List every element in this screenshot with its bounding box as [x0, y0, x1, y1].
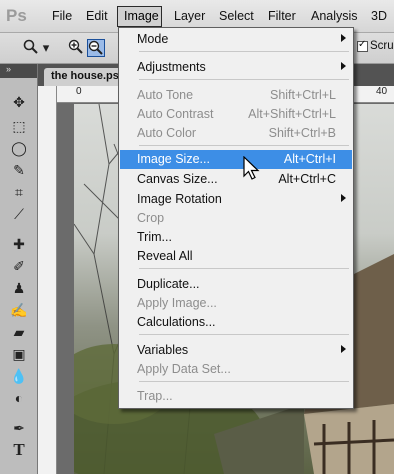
submenu-arrow-icon: [341, 194, 346, 202]
submenu-arrow-icon: [341, 345, 346, 353]
menu-3d[interactable]: 3D: [371, 9, 387, 23]
scrubby-zoom-label: Scrub: [370, 40, 394, 52]
zoom-in-icon[interactable]: [67, 39, 85, 57]
menu-item-image-size[interactable]: Image Size... Alt+Ctrl+I: [120, 150, 352, 169]
dodge-icon[interactable]: ◐: [8, 388, 30, 408]
clone-stamp-icon[interactable]: ♟: [8, 278, 30, 298]
menu-item-trap[interactable]: Trap...: [120, 387, 352, 406]
menu-item-variables[interactable]: Variables: [120, 341, 352, 360]
menu-item-apply-data-set[interactable]: Apply Data Set...: [120, 360, 352, 379]
menu-item-adjustments[interactable]: Adjustments: [120, 58, 352, 77]
marquee-icon[interactable]: ⬚: [8, 116, 30, 136]
eraser-icon[interactable]: ▰: [8, 322, 30, 342]
menu-separator: [139, 381, 349, 382]
menu-item-calculations[interactable]: Calculations...: [120, 313, 352, 332]
history-brush-icon[interactable]: ✍: [8, 300, 30, 320]
menu-separator: [139, 79, 349, 80]
menu-item-auto-contrast[interactable]: Auto Contrast Alt+Shift+Ctrl+L: [120, 105, 352, 124]
blur-icon[interactable]: 💧: [8, 366, 30, 386]
photoshop-logo: Ps: [6, 6, 27, 25]
brush-icon[interactable]: ✐: [8, 256, 30, 276]
menu-item-image-rotation[interactable]: Image Rotation: [120, 190, 352, 209]
scrubby-zoom-checkbox[interactable]: [357, 39, 368, 52]
lasso-icon[interactable]: ◯: [8, 138, 30, 158]
zoom-out-icon[interactable]: [87, 39, 105, 57]
menu-item-crop[interactable]: Crop: [120, 209, 352, 228]
ruler-tick-label: 0: [76, 86, 82, 97]
vertical-ruler[interactable]: [38, 86, 57, 474]
gradient-icon[interactable]: ▣: [8, 344, 30, 364]
menu-item-auto-tone[interactable]: Auto Tone Shift+Ctrl+L: [120, 86, 352, 105]
healing-icon[interactable]: ✚: [8, 234, 30, 254]
menu-item-mode[interactable]: Mode: [120, 30, 352, 49]
tools-panel-header[interactable]: »: [0, 64, 37, 78]
type-icon[interactable]: T: [8, 440, 30, 460]
menu-separator: [139, 145, 349, 146]
menu-item-reveal-all[interactable]: Reveal All: [120, 247, 352, 266]
eyedropper-icon[interactable]: ⟋: [8, 204, 30, 224]
pen-icon[interactable]: ✒: [8, 418, 30, 438]
menu-filter[interactable]: Filter: [268, 9, 296, 23]
document-tab-label: the house.ps: [51, 70, 119, 82]
tool-preset-arrow-icon[interactable]: ▾: [42, 39, 50, 57]
menu-item-auto-color[interactable]: Auto Color Shift+Ctrl+B: [120, 124, 352, 143]
menu-item-apply-image[interactable]: Apply Image...: [120, 294, 352, 313]
menu-edit[interactable]: Edit: [86, 9, 108, 23]
zoom-tool-icon[interactable]: [22, 39, 40, 57]
mouse-pointer-icon: [242, 155, 262, 184]
menu-separator: [139, 268, 349, 269]
menu-image-label: Image: [124, 9, 159, 23]
menu-image[interactable]: Image: [117, 6, 162, 27]
menu-layer[interactable]: Layer: [174, 9, 205, 23]
menu-analysis[interactable]: Analysis: [311, 9, 358, 23]
tools-panel: » ✥ ⬚ ◯ ✎ ⌗ ⟋ ✚ ✐ ♟ ✍ ▰ ▣ 💧 ◐ ✒ T: [0, 64, 38, 474]
quick-select-icon[interactable]: ✎: [8, 160, 30, 180]
menu-item-duplicate[interactable]: Duplicate...: [120, 275, 352, 294]
menu-item-trim[interactable]: Trim...: [120, 228, 352, 247]
submenu-arrow-icon: [341, 34, 346, 42]
menu-select[interactable]: Select: [219, 9, 254, 23]
ruler-tick-label: 40: [376, 86, 388, 97]
collapse-icon[interactable]: »: [6, 64, 11, 74]
submenu-arrow-icon: [341, 62, 346, 70]
move-icon[interactable]: ✥: [8, 92, 30, 112]
crop-icon[interactable]: ⌗: [8, 182, 30, 202]
menu-separator: [139, 51, 349, 52]
menu-file[interactable]: File: [52, 9, 72, 23]
menu-item-canvas-size[interactable]: Canvas Size... Alt+Ctrl+C: [120, 170, 352, 189]
image-menu-dropdown: Mode Adjustments Auto Tone Shift+Ctrl+L A…: [118, 27, 354, 409]
menu-separator: [139, 334, 349, 335]
